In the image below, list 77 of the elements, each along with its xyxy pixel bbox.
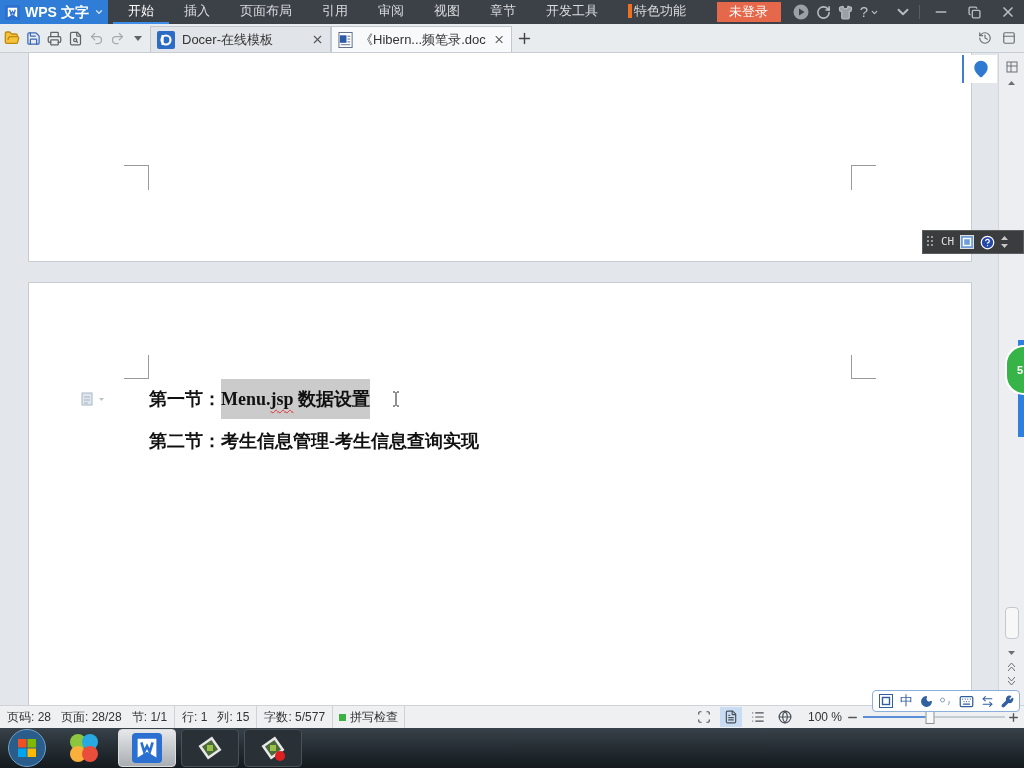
close-icon[interactable] [1000,4,1016,20]
start-button[interactable] [8,729,46,767]
previous-page-icon[interactable] [1008,663,1015,671]
page-icon [723,710,738,724]
logo-icon [157,30,175,49]
caret-icon [94,7,104,17]
grid-icon[interactable] [1005,61,1018,73]
start-logo-icon [17,738,37,758]
open-folder-icon[interactable] [4,30,20,46]
wrench-icon[interactable] [1000,694,1014,708]
margin-corner-mark [124,165,149,190]
up-down-icon[interactable] [1001,236,1009,248]
status-text: 行: 1 [182,709,208,726]
grip-icon[interactable] [927,236,935,248]
refresh-icon[interactable] [815,4,831,20]
moon-icon[interactable] [919,694,933,708]
shirt-icon[interactable] [837,4,853,20]
menu-tab[interactable]: 插入 [169,0,225,24]
restore-icon[interactable] [968,5,981,19]
menu-tab[interactable]: 章节 [475,0,531,24]
help-button[interactable]: ? [859,0,879,24]
map-pin-icon [971,60,990,78]
taskbar-button[interactable] [244,729,302,767]
dropdown-caret-icon[interactable] [134,35,142,41]
print-icon[interactable] [47,30,62,46]
keyboard-icon[interactable] [958,693,974,709]
location-button[interactable] [962,55,997,83]
clock-icon[interactable] [978,31,992,45]
document-icon [338,30,354,49]
margin-corner-mark [851,165,876,190]
arrows-icon[interactable] [980,694,994,708]
margin-corner-mark [851,355,876,379]
close-tab-icon[interactable] [311,33,324,46]
document-tab[interactable]: 《Hibern...频笔录.doc [331,26,512,52]
menu-tab[interactable]: 引用 [307,0,363,24]
zoom-reading: 100 % [807,709,842,726]
menu-tab[interactable]: 审阅 [363,0,419,24]
status-text: 列: 15 [217,709,250,726]
app-logo-icon [5,4,20,20]
app-menu-button[interactable]: WPS 文字 [0,0,108,24]
play-circle-icon[interactable] [792,4,809,20]
scroll-up-icon[interactable] [1008,81,1015,85]
view-mode-button[interactable] [719,707,742,727]
menu-tab[interactable]: 页面布局 [225,0,307,24]
menu-tab[interactable]: 开发工具 [531,0,613,24]
margin-corner-mark [124,355,149,379]
print-preview-icon[interactable] [68,30,83,46]
input-method-toolbar[interactable]: 中 [872,690,1020,712]
window-icon[interactable] [1002,31,1016,45]
four-circles-app-icon[interactable] [68,732,100,764]
scroll-down-icon[interactable] [1008,651,1015,655]
status-text: 字数: 5/577 [264,709,326,726]
taskbar-button[interactable] [181,729,239,767]
menu-tab[interactable]: 视图 [419,0,475,24]
heading-text: 第二节：考生信息管理-考生信息查询实现 [149,430,479,453]
text-cursor-icon [392,391,400,407]
list-icon [750,710,765,724]
status-text: 页码: 28 [7,709,51,726]
paragraph-handle-icon[interactable] [81,392,105,406]
help-icon[interactable] [980,234,996,250]
nested-square-icon[interactable] [878,694,893,708]
featured-marker-icon [628,4,632,18]
menu-tab[interactable]: 特色功能 [613,0,701,24]
input-mode-text[interactable]: 中 [899,691,913,711]
scroll-thumb[interactable] [1004,607,1019,639]
language-code: CH [941,233,955,250]
document-tab[interactable]: Docer-在线模板 [150,26,331,52]
close-tab-icon[interactable] [492,33,505,46]
status-text: 节: 1/1 [131,709,168,726]
globe-icon [777,710,792,724]
app-logo-icon [132,733,162,763]
language-bar[interactable]: CH [922,230,1024,254]
heading-text: 第一节：Menu.jsp 数据设置 [149,379,370,419]
status-text: 页面: 28/28 [61,709,122,726]
next-page-icon[interactable] [1008,677,1015,685]
fullscreen-icon [696,710,711,724]
save-icon[interactable] [26,30,41,46]
